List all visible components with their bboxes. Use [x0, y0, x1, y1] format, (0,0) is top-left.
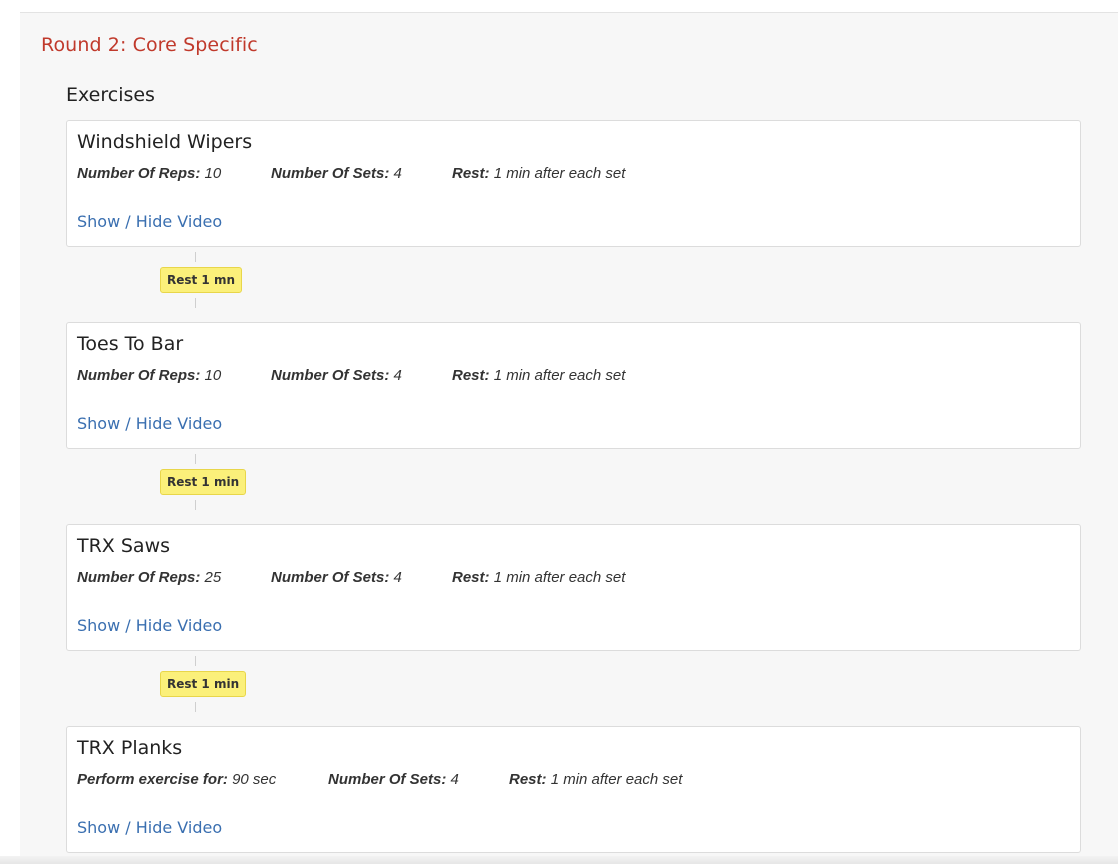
sets-field: Number Of Sets: 4	[271, 569, 402, 586]
connector-line	[195, 702, 196, 712]
field-label: Number Of Sets:	[271, 165, 390, 182]
bottom-edge	[0, 856, 1118, 864]
field-value: 4	[393, 367, 402, 384]
field-value: 90 sec	[232, 771, 277, 788]
field-label: Number Of Reps:	[77, 165, 201, 182]
connector-line	[195, 500, 196, 510]
sets-field: Number Of Sets: 4	[271, 367, 402, 384]
field-label: Perform exercise for:	[77, 771, 228, 788]
exercise-card: TRX Saws Number Of Reps: 25 Number Of Se…	[66, 524, 1081, 651]
field-value: 1 min after each set	[493, 569, 626, 586]
show-hide-video-link[interactable]: Show / Hide Video	[77, 818, 222, 837]
workout-panel: Round 2: Core Specific Exercises Windshi…	[20, 12, 1118, 864]
rest-field: Rest: 1 min after each set	[509, 771, 682, 788]
field-label: Number Of Sets:	[271, 569, 390, 586]
reps-field: Number Of Reps: 25	[77, 569, 221, 586]
rest-badge: Rest 1 min	[160, 671, 247, 697]
field-label: Rest:	[452, 165, 490, 182]
sets-field: Number Of Sets: 4	[328, 771, 459, 788]
field-value: 4	[393, 569, 402, 586]
rest-field: Rest: 1 min after each set	[452, 367, 625, 384]
field-value: 1 min after each set	[493, 367, 626, 384]
connector-line	[195, 298, 196, 308]
field-value: 10	[204, 165, 222, 182]
reps-field: Number Of Reps: 10	[77, 165, 221, 182]
exercise-card: Windshield Wipers Number Of Reps: 10 Num…	[66, 120, 1081, 247]
exercise-title: Toes To Bar	[77, 333, 184, 355]
show-hide-video-link[interactable]: Show / Hide Video	[77, 212, 222, 231]
exercise-title: TRX Saws	[77, 535, 171, 557]
exercises-heading: Exercises	[66, 84, 155, 106]
rest-badge: Rest 1 mn	[160, 267, 243, 293]
connector-line	[195, 252, 196, 262]
field-label: Number Of Reps:	[77, 367, 201, 384]
exercise-title: TRX Planks	[77, 737, 183, 759]
field-label: Number Of Reps:	[77, 569, 201, 586]
field-label: Rest:	[452, 367, 490, 384]
show-hide-video-link[interactable]: Show / Hide Video	[77, 414, 222, 433]
rest-field: Rest: 1 min after each set	[452, 569, 625, 586]
field-label: Rest:	[452, 569, 490, 586]
field-value: 1 min after each set	[493, 165, 626, 182]
exercise-card: TRX Planks Perform exercise for: 90 sec …	[66, 726, 1081, 853]
field-label: Number Of Sets:	[271, 367, 390, 384]
round-title: Round 2: Core Specific	[41, 34, 258, 56]
field-value: 4	[393, 165, 402, 182]
exercise-card: Toes To Bar Number Of Reps: 10 Number Of…	[66, 322, 1081, 449]
connector-line	[195, 454, 196, 464]
rest-field: Rest: 1 min after each set	[452, 165, 625, 182]
exercise-title: Windshield Wipers	[77, 131, 253, 153]
show-hide-video-link[interactable]: Show / Hide Video	[77, 616, 222, 635]
field-value: 25	[204, 569, 222, 586]
field-label: Number Of Sets:	[328, 771, 447, 788]
rest-badge: Rest 1 min	[160, 469, 247, 495]
reps-field: Number Of Reps: 10	[77, 367, 221, 384]
sets-field: Number Of Sets: 4	[271, 165, 402, 182]
field-label: Rest:	[509, 771, 547, 788]
field-value: 10	[204, 367, 222, 384]
connector-line	[195, 656, 196, 666]
duration-field: Perform exercise for: 90 sec	[77, 771, 276, 788]
field-value: 4	[450, 771, 459, 788]
field-value: 1 min after each set	[550, 771, 683, 788]
